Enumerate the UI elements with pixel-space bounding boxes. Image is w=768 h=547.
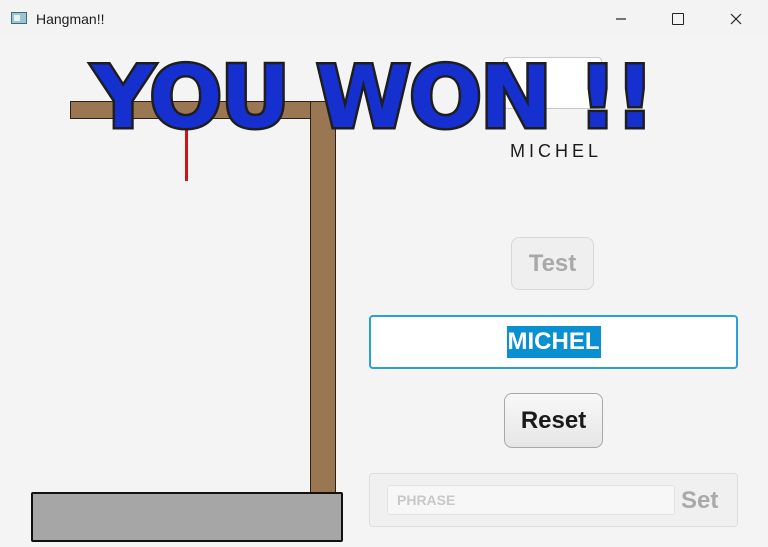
win-banner: YOU WON !! [89, 48, 656, 148]
window-title: Hangman!! [36, 11, 105, 27]
answer-text: MICHEL [506, 326, 601, 358]
maximize-button[interactable] [655, 0, 701, 38]
reset-button[interactable]: Reset [504, 393, 603, 448]
gallows-post [310, 101, 336, 531]
gallows-base [31, 492, 343, 542]
close-icon [730, 13, 742, 25]
phrase-input[interactable]: PHRASE [387, 485, 675, 515]
test-button[interactable]: Test [511, 237, 594, 290]
minimize-icon [616, 18, 626, 20]
set-button[interactable]: Set [681, 487, 718, 515]
close-button[interactable] [713, 0, 759, 38]
app-icon [11, 12, 27, 24]
title-bar: Hangman!! [0, 0, 768, 38]
minimize-button[interactable] [598, 0, 644, 38]
answer-field[interactable]: MICHEL [369, 315, 738, 369]
maximize-icon [672, 13, 684, 25]
